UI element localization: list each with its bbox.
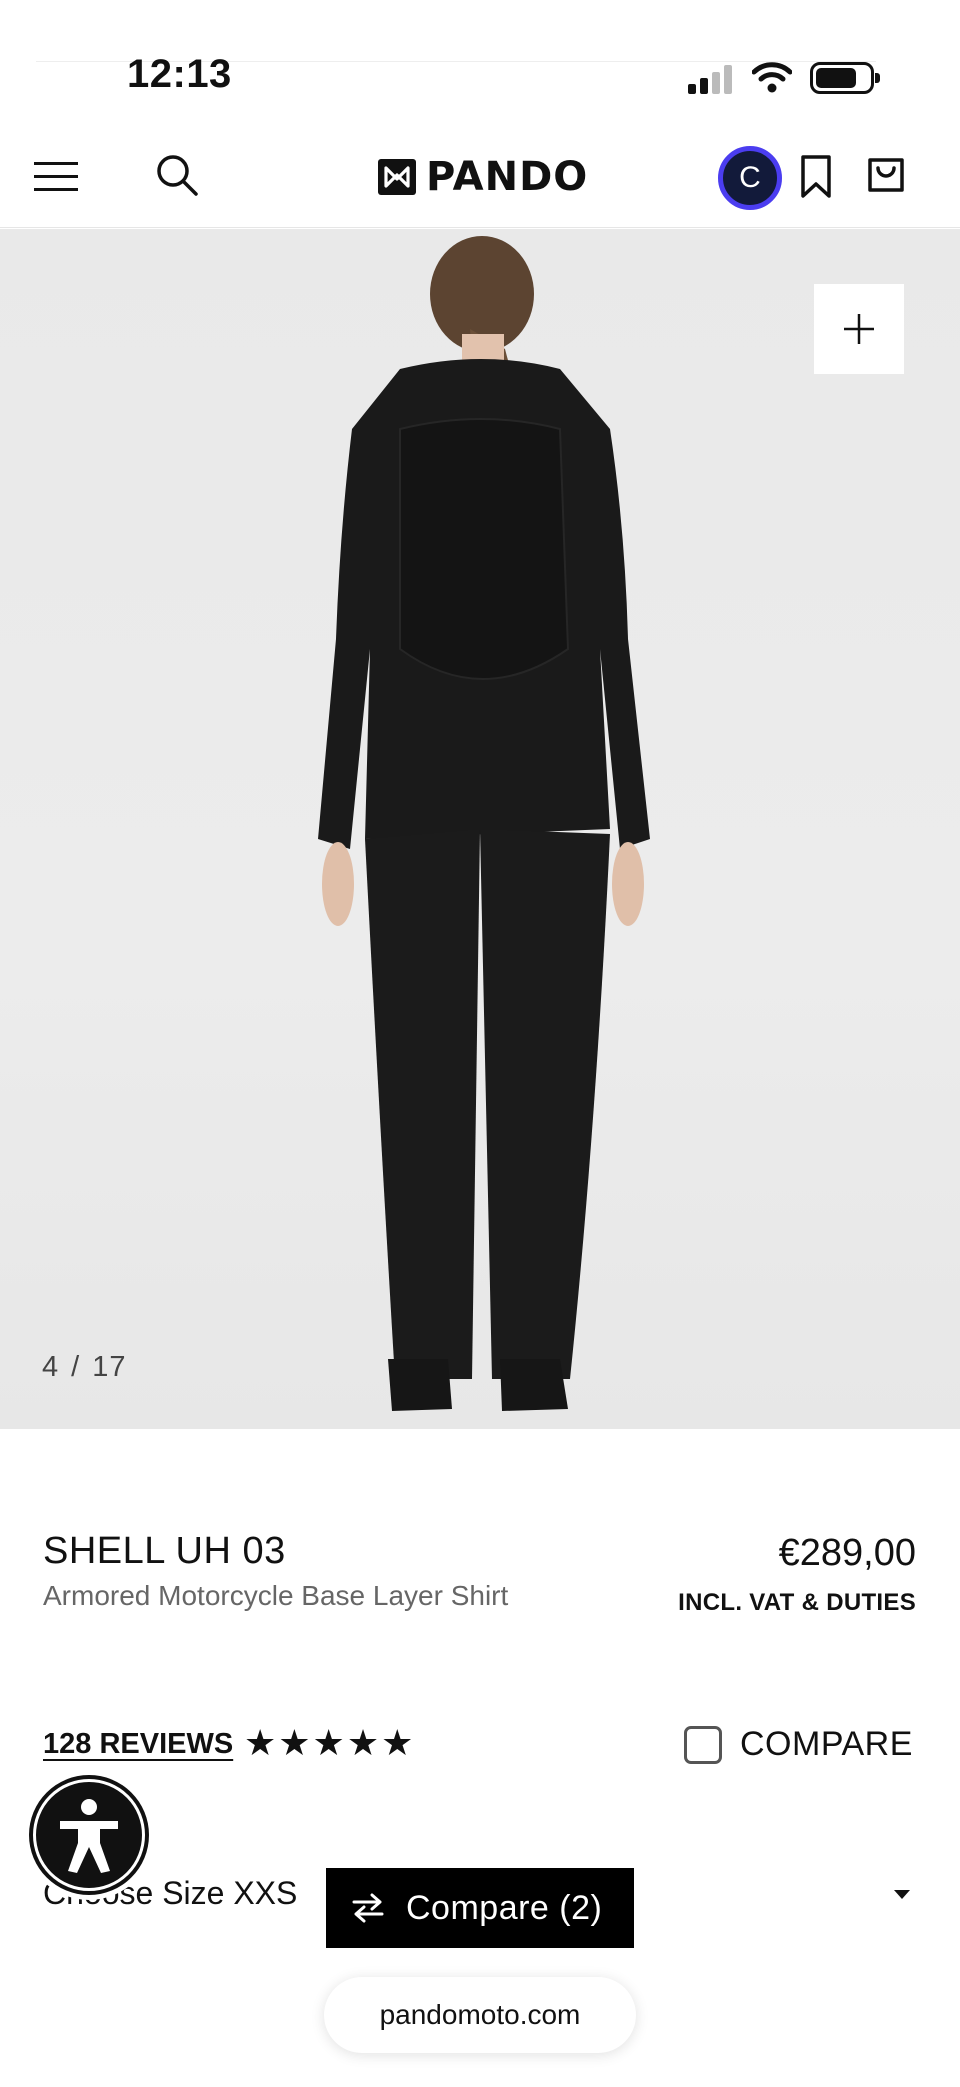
user-avatar[interactable]: C <box>718 146 782 210</box>
search-icon[interactable] <box>154 152 200 198</box>
status-bar: 12:13 <box>0 0 960 128</box>
plus-icon <box>844 314 874 344</box>
image-counter-separator: / <box>71 1351 81 1383</box>
compare-bar-label: Compare (2) <box>406 1888 603 1927</box>
shopping-bag-icon[interactable] <box>866 154 906 194</box>
bookmark-icon[interactable] <box>798 154 834 200</box>
cellular-signal-icon <box>688 64 736 94</box>
battery-icon <box>810 62 880 94</box>
product-image-gallery[interactable]: 4 / 17 <box>0 229 960 1429</box>
image-counter: 4 / 17 <box>42 1351 126 1384</box>
price-note: INCL. VAT & DUTIES <box>678 1589 916 1616</box>
image-counter-current: 4 <box>42 1351 60 1383</box>
brand-name: PANDO <box>426 154 589 200</box>
compare-arrows-icon <box>352 1893 384 1923</box>
zoom-image-button[interactable] <box>814 284 904 374</box>
compare-bar-button[interactable]: Compare (2) <box>326 1868 634 1948</box>
reviews-link[interactable]: 128 REVIEWS <box>43 1728 233 1761</box>
image-counter-total: 17 <box>92 1351 127 1383</box>
site-header: PANDO C <box>0 128 960 228</box>
compare-checkbox[interactable] <box>684 1726 722 1764</box>
product-price: €289,00 <box>778 1532 916 1574</box>
accessibility-button[interactable] <box>24 1770 154 1900</box>
status-time: 12:13 <box>127 52 232 96</box>
browser-url-bar[interactable]: pandomoto.com <box>324 1977 636 2053</box>
brand-logo[interactable]: PANDO <box>378 154 588 200</box>
pando-logo-icon <box>378 159 416 195</box>
star-rating: ★★★★★ <box>244 1722 416 1763</box>
caret-down-icon[interactable] <box>894 1890 910 1899</box>
wifi-icon <box>752 62 792 93</box>
product-photo <box>318 236 650 1411</box>
menu-icon[interactable] <box>34 158 80 194</box>
size-selected-value: XXS <box>233 1875 298 1911</box>
product-title: SHELL UH 03 <box>43 1530 286 1572</box>
compare-label[interactable]: COMPARE <box>740 1725 913 1764</box>
product-subtitle: Armored Motorcycle Base Layer Shirt <box>43 1580 509 1611</box>
